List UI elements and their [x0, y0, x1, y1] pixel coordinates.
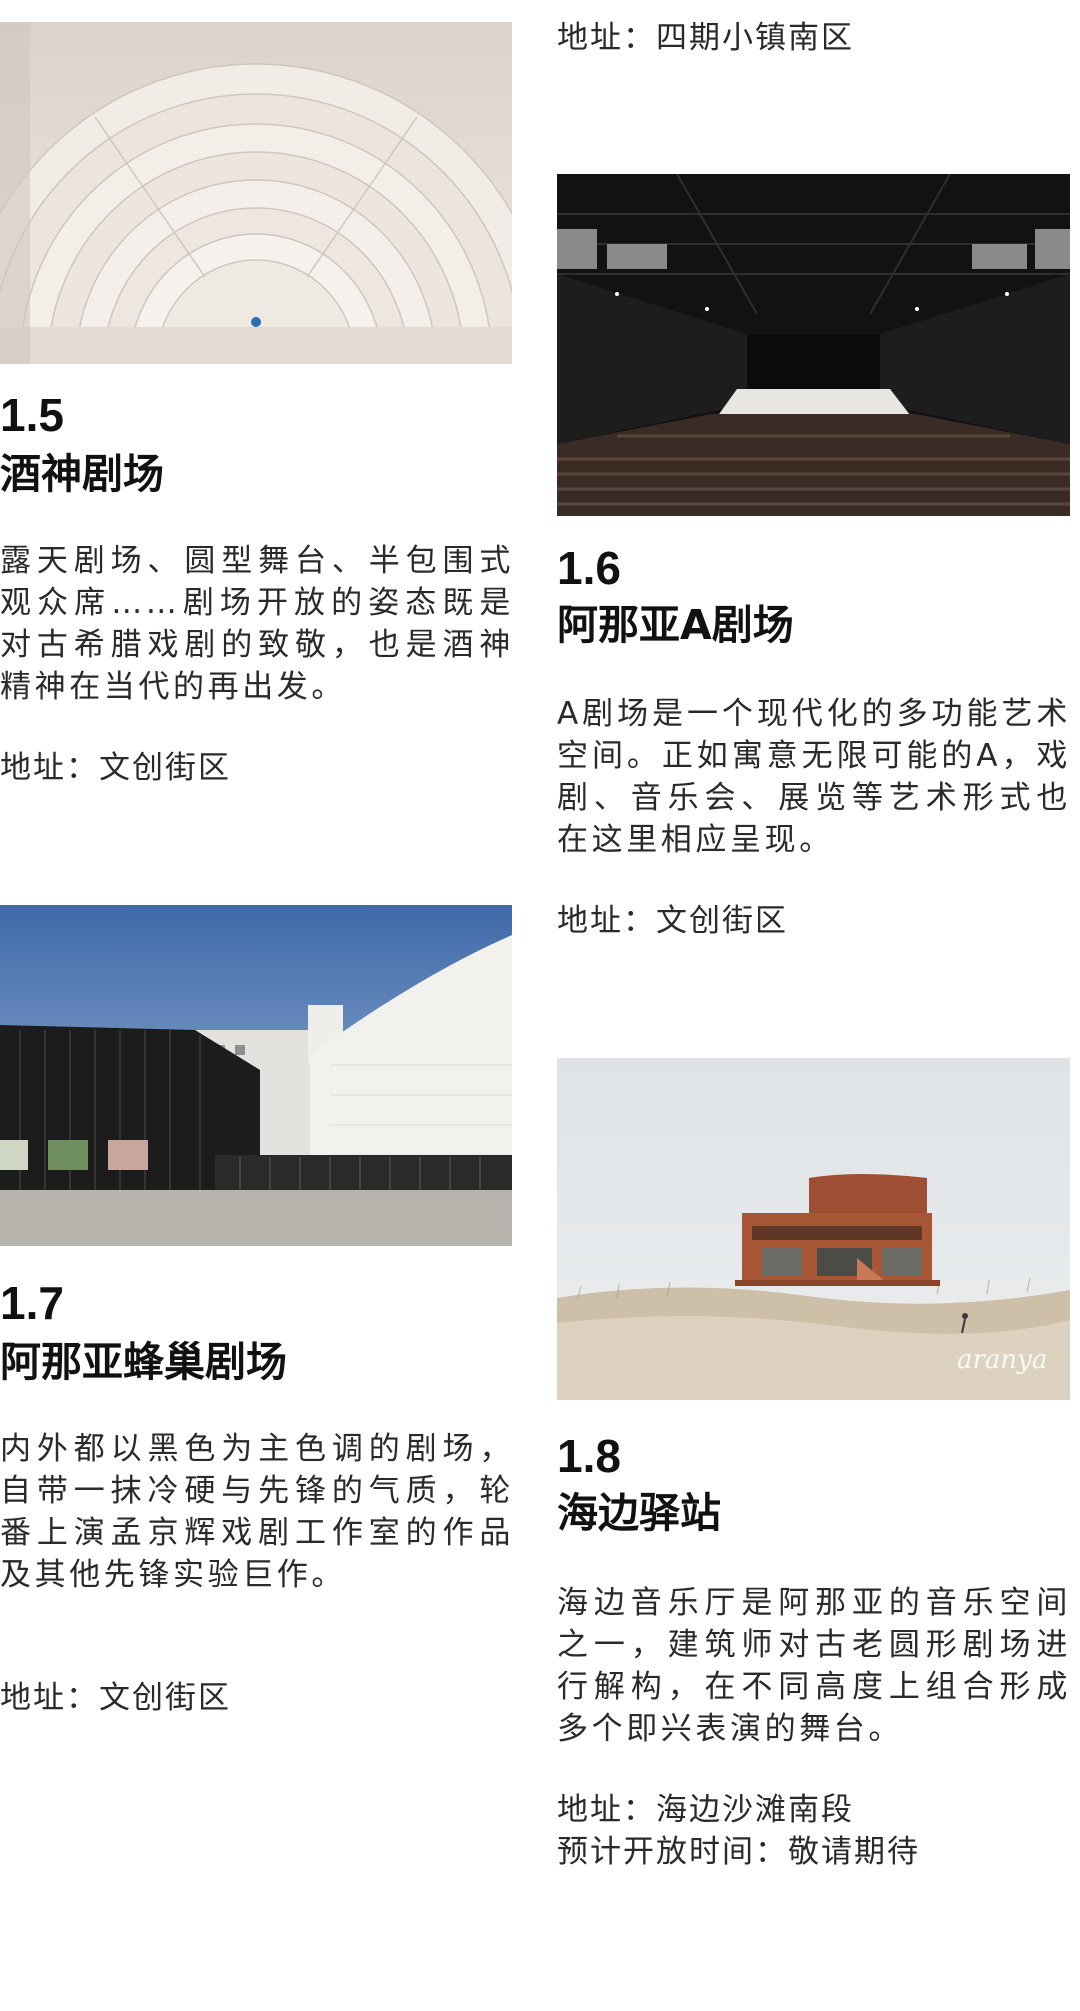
- a-theatre-photo: [557, 174, 1070, 516]
- venue-number-1-8: 1.8: [557, 1430, 621, 1482]
- venue-title-honeycomb: 阿那亚蜂巢剧场: [0, 1338, 287, 1386]
- venue-description-a-theatre: A剧场是一个现代化的多功能艺术空间。正如寓意无限可能的A，戏剧、音乐会、展览等艺…: [557, 696, 1071, 858]
- venue-address-dionysus: 地址：文创街区: [0, 750, 231, 786]
- venue-title-seaside-station: 海边驿站: [557, 1489, 721, 1537]
- venue-description-dionysus: 露天剧场、圆型舞台、半包围式观众席……剧场开放的姿态既是对古希腊戏剧的致敬，也是…: [0, 543, 514, 705]
- dionysus-theatre-photo: [0, 22, 512, 364]
- venue-title-dionysus: 酒神剧场: [0, 450, 164, 498]
- aranya-watermark: aranya: [957, 1345, 1047, 1375]
- seaside-station-photo: aranya: [557, 1058, 1070, 1400]
- venue-number-1-5: 1.5: [0, 389, 64, 441]
- venue-description-seaside-station: 海边音乐厅是阿那亚的音乐空间之一，建筑师对古老圆形剧场进行解构，在不同高度上组合…: [557, 1585, 1071, 1747]
- venue-description-honeycomb: 内外都以黑色为主色调的剧场，自带一抹冷硬与先锋的气质，轮番上演孟京辉戏剧工作室的…: [0, 1431, 514, 1593]
- address-sishi-south: 地址：四期小镇南区: [557, 20, 854, 56]
- venue-number-1-7: 1.7: [0, 1277, 64, 1329]
- honeycomb-theatre-photo: [0, 905, 512, 1246]
- venue-title-a-theatre: 阿那亚A剧场: [557, 601, 794, 649]
- venue-address-seaside-station: 地址：海边沙滩南段: [557, 1792, 854, 1828]
- venue-number-1-6: 1.6: [557, 542, 621, 594]
- venue-address-a-theatre: 地址：文创街区: [557, 903, 788, 939]
- venue-opening-time-seaside-station: 预计开放时间：敬请期待: [557, 1834, 920, 1870]
- venue-address-honeycomb: 地址：文创街区: [0, 1680, 231, 1716]
